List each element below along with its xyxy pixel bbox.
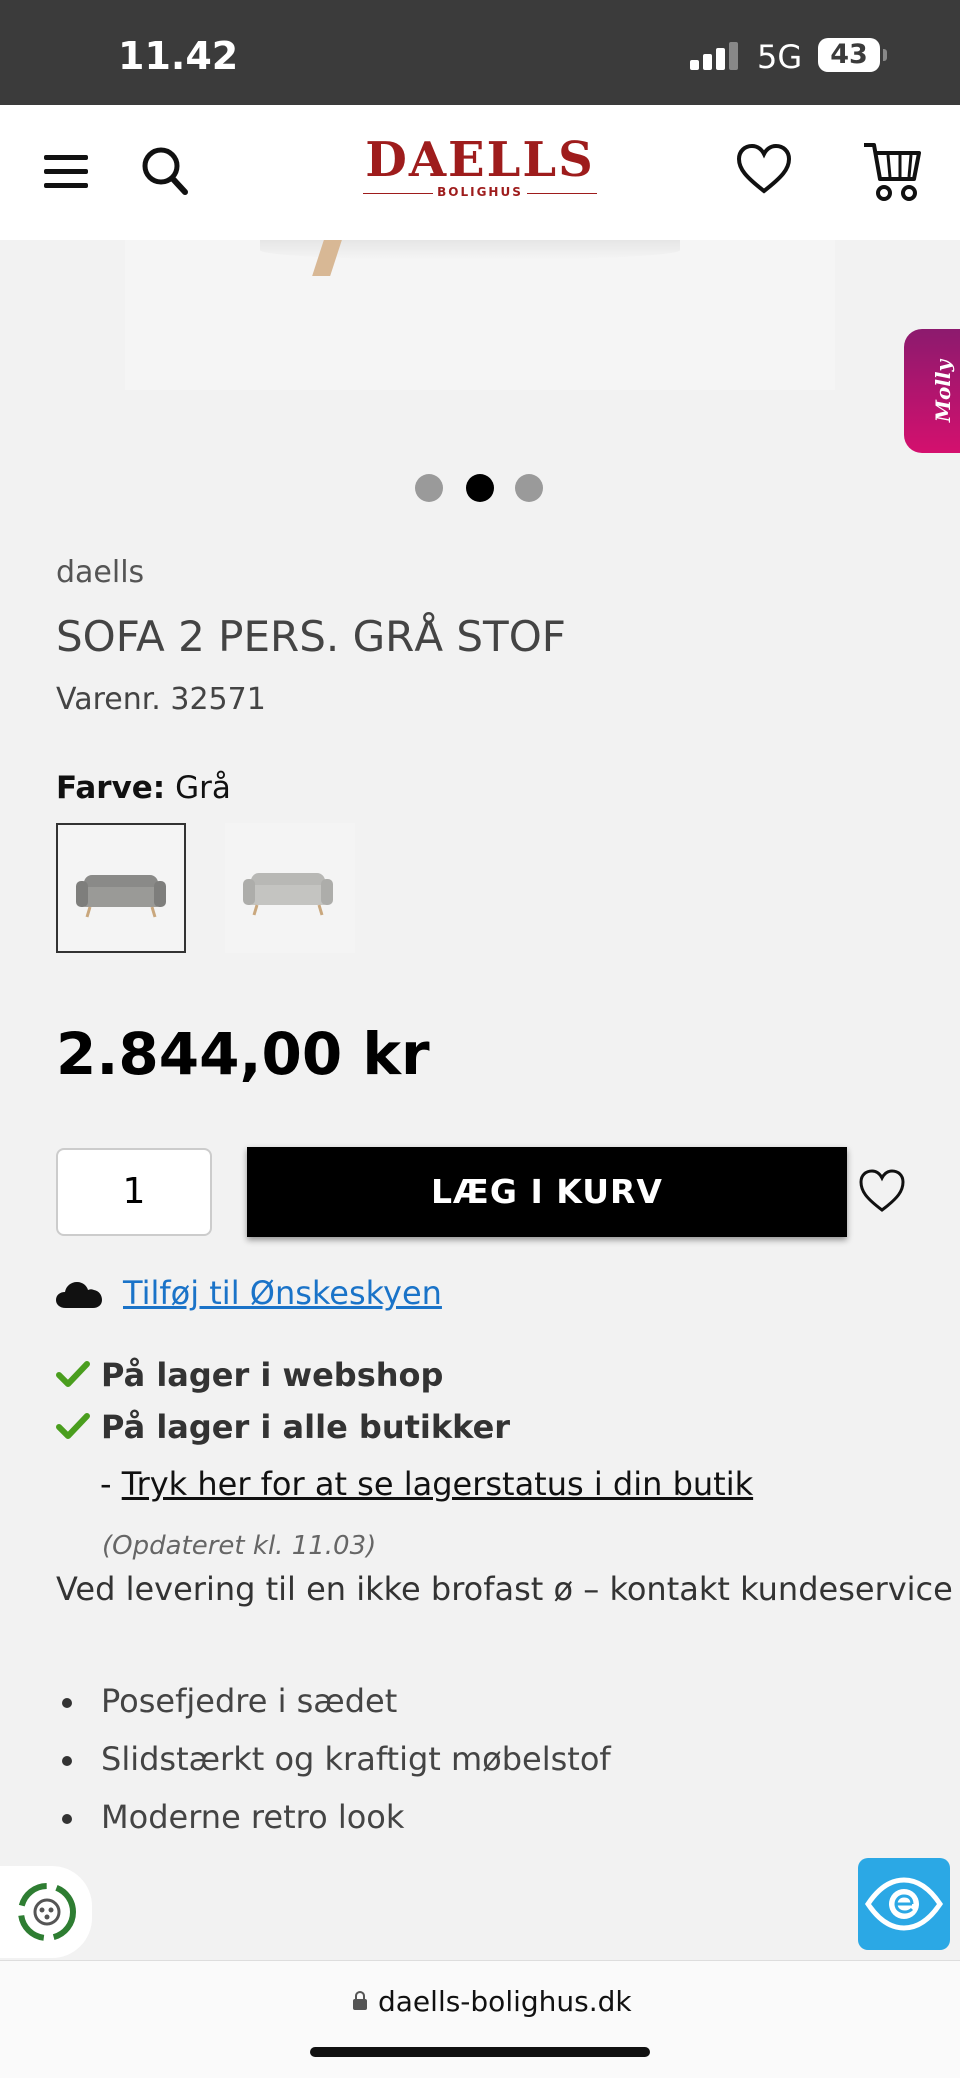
feature-item: Posefjedre i sædet xyxy=(56,1682,611,1740)
page-url[interactable]: daells-bolighus.dk xyxy=(378,1985,632,2018)
eco-badge-button[interactable] xyxy=(0,1866,92,1958)
status-time: 11.42 xyxy=(118,34,239,78)
accessibility-button[interactable] xyxy=(858,1858,950,1950)
quantity-input[interactable]: 1 xyxy=(56,1148,212,1236)
network-type: 5G xyxy=(757,38,803,76)
heart-icon[interactable] xyxy=(736,143,792,195)
signal-icon xyxy=(690,42,738,70)
color-value: Grå xyxy=(175,770,231,806)
cart-icon[interactable] xyxy=(862,141,922,203)
sofa-thumbnail-icon xyxy=(243,873,333,916)
recycle-icon xyxy=(18,1883,76,1941)
store-stock-link[interactable]: Tryk her for at se lagerstatus i din but… xyxy=(122,1465,753,1503)
product-brand[interactable]: daells xyxy=(56,555,144,590)
status-bar: 11.42 5G 43 xyxy=(0,0,960,105)
add-to-cart-button[interactable]: LÆG I KURV xyxy=(247,1147,847,1237)
sofa-thumbnail-icon xyxy=(76,875,166,918)
molly-label: Molly xyxy=(931,359,956,423)
product-sku: Varenr. 32571 xyxy=(56,682,266,717)
checkmark-icon xyxy=(56,1413,90,1439)
checkmark-icon xyxy=(56,1361,90,1387)
cloud-icon xyxy=(56,1282,102,1308)
product-title: SOFA 2 PERS. GRÅ STOF xyxy=(56,612,566,661)
search-icon[interactable] xyxy=(140,145,190,197)
home-indicator xyxy=(310,2047,650,2057)
carousel-dot-1[interactable] xyxy=(415,474,443,502)
carousel-dot-3[interactable] xyxy=(515,474,543,502)
stock-stores-text: På lager i alle butikker xyxy=(101,1408,511,1446)
site-logo[interactable]: DAELLS BOLIGHUS xyxy=(355,135,605,205)
menu-icon[interactable] xyxy=(44,152,88,192)
delivery-note: Ved levering til en ikke brofast ø – kon… xyxy=(56,1570,953,1608)
product-image-carousel[interactable] xyxy=(0,240,960,470)
color-swatch-option[interactable] xyxy=(225,823,355,953)
feature-list: Posefjedre i sædet Slidstærkt og kraftig… xyxy=(56,1682,611,1856)
add-to-wishlist-link[interactable]: Tilføj til Ønskeskyen xyxy=(123,1274,442,1312)
browser-address-bar[interactable]: daells-bolighus.dk xyxy=(0,1960,960,2078)
battery-indicator: 43 xyxy=(818,38,887,72)
lock-icon xyxy=(353,1991,367,2010)
carousel-dot-2[interactable] xyxy=(466,474,494,502)
feature-item: Moderne retro look xyxy=(56,1798,611,1856)
product-image xyxy=(125,240,835,390)
stock-webshop-text: På lager i webshop xyxy=(101,1356,444,1394)
product-price: 2.844,00 kr xyxy=(56,1020,430,1088)
store-stock-row: - Tryk her for at se lagerstatus i din b… xyxy=(100,1465,753,1503)
logo-subtitle: BOLIGHUS xyxy=(355,185,605,199)
logo-text: DAELLS xyxy=(365,132,595,188)
site-header: DAELLS BOLIGHUS xyxy=(0,105,960,240)
eye-icon xyxy=(864,1877,944,1931)
color-selector-label: Farve: Grå xyxy=(56,770,231,806)
store-stock-dash: - xyxy=(100,1465,112,1503)
color-swatch-selected[interactable] xyxy=(56,823,186,953)
molly-chat-button[interactable]: Molly xyxy=(904,329,960,453)
color-label: Farve: xyxy=(56,770,166,806)
feature-item: Slidstærkt og kraftigt møbelstof xyxy=(56,1740,611,1798)
wishlist-heart-icon[interactable] xyxy=(858,1168,906,1214)
stock-updated-time: (Opdateret kl. 11.03) xyxy=(102,1531,377,1561)
